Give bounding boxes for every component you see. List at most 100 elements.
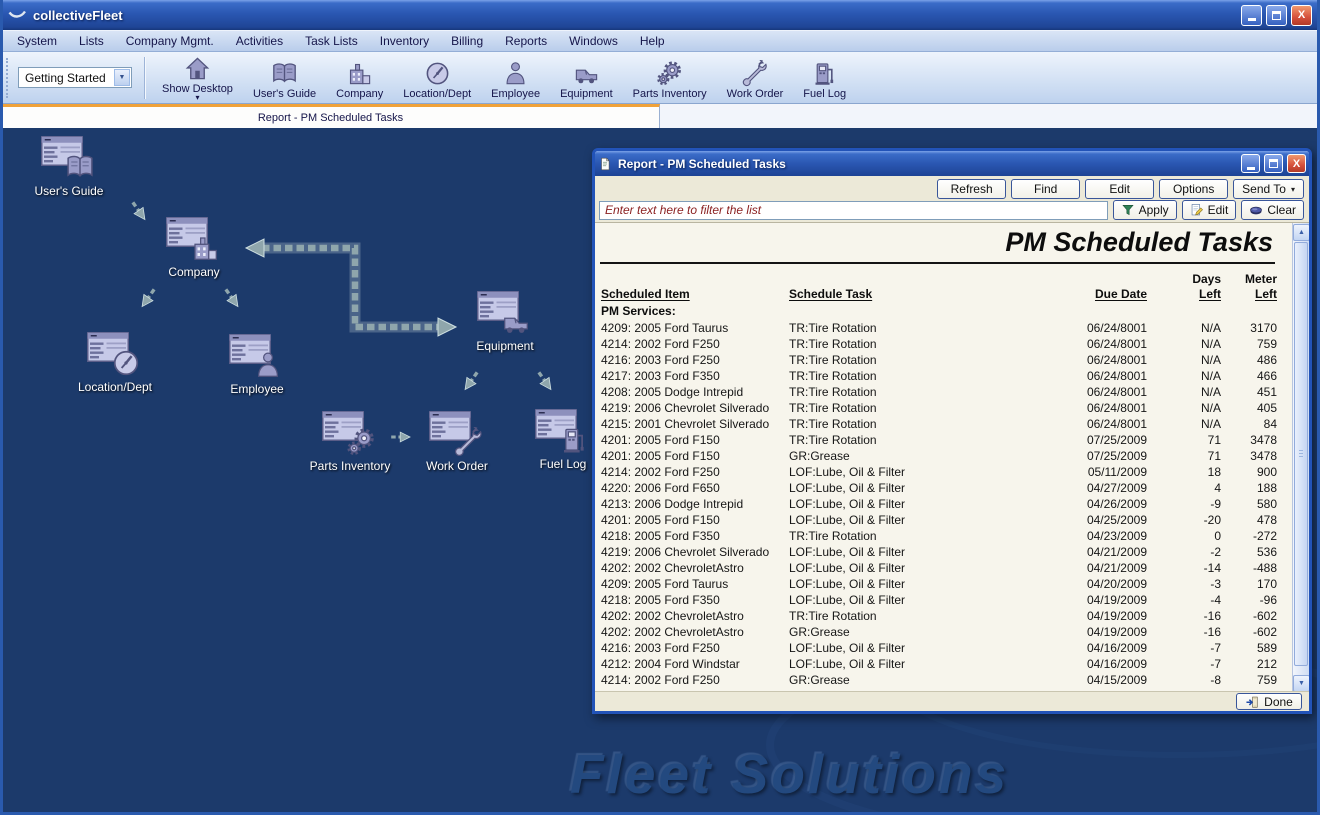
table-row[interactable]: 4209: 2005 Ford TaurusTR:Tire Rotation06…	[595, 320, 1309, 336]
table-row[interactable]: 4219: 2006 Chevrolet SilveradoTR:Tire Ro…	[595, 400, 1309, 416]
document-icon	[598, 157, 612, 171]
person-icon	[253, 350, 283, 380]
table-row[interactable]: 4202: 2002 ChevroletAstroLOF:Lube, Oil &…	[595, 560, 1309, 576]
truck-icon	[501, 307, 531, 337]
table-row[interactable]: 4213: 2006 Dodge IntrepidLOF:Lube, Oil &…	[595, 496, 1309, 512]
scroll-down-icon[interactable]: ▼	[1293, 675, 1309, 692]
menu-item-activities[interactable]: Activities	[225, 31, 294, 51]
table-row[interactable]: 4217: 2003 Ford F350TR:Tire Rotation06/2…	[595, 368, 1309, 384]
desktop-icon-equipment[interactable]: Equipment	[450, 291, 560, 353]
filter-row: Apply Edit Clear	[595, 200, 1309, 222]
table-row[interactable]: 4212: 2004 Ford WindstarLOF:Lube, Oil & …	[595, 656, 1309, 672]
menu-item-system[interactable]: System	[6, 31, 68, 51]
scrollbar-thumb[interactable]	[1294, 242, 1308, 666]
report-button-options[interactable]: Options	[1159, 179, 1228, 199]
desktop-icon-users-guide[interactable]: User's Guide	[14, 136, 124, 198]
table-row[interactable]: 4202: 2002 ChevroletAstroGR:Grease04/19/…	[595, 624, 1309, 640]
menu-item-lists[interactable]: Lists	[68, 31, 115, 51]
table-row[interactable]: 4218: 2005 Ford F350LOF:Lube, Oil & Filt…	[595, 592, 1309, 608]
done-button[interactable]: Done	[1236, 693, 1302, 710]
report-button-send-to[interactable]: Send To▾	[1233, 179, 1304, 199]
toolbar-button-show-desktop[interactable]: Show Desktop▾	[153, 52, 242, 103]
minimize-icon[interactable]	[1241, 154, 1260, 173]
report-window-title: Report - PM Scheduled Tasks	[618, 157, 1237, 171]
table-row[interactable]: 4218: 2005 Ford F350TR:Tire Rotation04/2…	[595, 528, 1309, 544]
group-row-pm-services: PM Services:	[595, 304, 1309, 320]
title-rule	[600, 262, 1275, 264]
table-row[interactable]: 4214: 2002 Ford F250GR:Grease04/15/2009-…	[595, 672, 1309, 688]
apply-filter-button[interactable]: Apply	[1113, 200, 1177, 220]
vertical-scrollbar[interactable]: ▲ ▼	[1292, 223, 1309, 693]
col-scheduled-item-header[interactable]: Scheduled Item	[601, 287, 789, 304]
col-schedule-task-header[interactable]: Schedule Task	[789, 287, 1029, 304]
table-row[interactable]: 4214: 2002 Ford F250LOF:Lube, Oil & Filt…	[595, 464, 1309, 480]
clear-filter-button[interactable]: Clear	[1241, 200, 1304, 220]
desktop-icon-location-dept[interactable]: Location/Dept	[60, 332, 170, 394]
menu-item-company-mgmt[interactable]: Company Mgmt.	[115, 31, 225, 51]
report-title: PM Scheduled Tasks	[595, 223, 1309, 260]
menu-bar: SystemListsCompany Mgmt.ActivitiesTask L…	[0, 30, 1320, 52]
toolbar-button-parts-inventory[interactable]: Parts Inventory	[624, 57, 716, 103]
main-toolbar: Getting Started ▼ Show Desktop▾User's Gu…	[0, 52, 1320, 104]
menu-item-reports[interactable]: Reports	[494, 31, 558, 51]
table-row[interactable]: 4216: 2003 Ford F250LOF:Lube, Oil & Filt…	[595, 640, 1309, 656]
toolbar-button-employee[interactable]: Employee	[482, 57, 549, 103]
menu-item-help[interactable]: Help	[629, 31, 676, 51]
filter-input[interactable]	[599, 201, 1108, 220]
table-row[interactable]: 4215: 2001 Chevrolet SilveradoTR:Tire Ro…	[595, 416, 1309, 432]
toolbar-separator	[144, 57, 145, 99]
table-row[interactable]: 4201: 2005 Ford F150TR:Tire Rotation07/2…	[595, 432, 1309, 448]
minimize-icon[interactable]	[1241, 5, 1262, 26]
toolbar-grip[interactable]	[6, 58, 11, 98]
col-due-date-header[interactable]: Due Date	[1029, 287, 1147, 304]
report-button-refresh[interactable]: Refresh	[937, 179, 1006, 199]
report-button-find[interactable]: Find	[1011, 179, 1080, 199]
chevron-down-icon[interactable]: ▼	[114, 69, 130, 86]
report-button-edit[interactable]: Edit	[1085, 179, 1154, 199]
desktop-icon-parts-inventory[interactable]: Parts Inventory	[295, 411, 405, 473]
menu-item-billing[interactable]: Billing	[440, 31, 494, 51]
scroll-up-icon[interactable]: ▲	[1293, 224, 1309, 241]
table-header-row: Scheduled Item Schedule Task Due Date Le…	[595, 287, 1309, 304]
getting-started-combobox[interactable]: Getting Started ▼	[18, 67, 132, 88]
toolbar-button-company[interactable]: Company	[327, 57, 392, 103]
menu-item-inventory[interactable]: Inventory	[369, 31, 440, 51]
toolbar-button-users-guide[interactable]: User's Guide	[244, 57, 325, 103]
arrow-equipment-to-fuellog-icon	[534, 369, 555, 393]
menu-item-task-lists[interactable]: Task Lists	[294, 31, 369, 51]
col-days-left-header[interactable]: Left	[1147, 287, 1221, 304]
table-row[interactable]: 4219: 2006 Chevrolet SilveradoLOF:Lube, …	[595, 544, 1309, 560]
menu-item-windows[interactable]: Windows	[558, 31, 629, 51]
report-window: Report - PM Scheduled Tasks X RefreshFin…	[592, 148, 1312, 714]
table-row[interactable]: 4201: 2005 Ford F150LOF:Lube, Oil & Filt…	[595, 512, 1309, 528]
book-icon	[65, 152, 95, 182]
building-icon	[190, 233, 220, 263]
table-row[interactable]: 4216: 2003 Ford F250TR:Tire Rotation06/2…	[595, 352, 1309, 368]
table-row[interactable]: 4220: 2006 Ford F650LOF:Lube, Oil & Filt…	[595, 480, 1309, 496]
gauge-icon	[424, 60, 451, 87]
table-row[interactable]: 4208: 2005 Dodge IntrepidTR:Tire Rotatio…	[595, 384, 1309, 400]
chevron-down-icon: ▾	[1291, 185, 1295, 194]
report-titlebar[interactable]: Report - PM Scheduled Tasks X	[595, 151, 1309, 176]
desktop-icon-label: Location/Dept	[78, 380, 152, 394]
table-row[interactable]: 4209: 2005 Ford TaurusLOF:Lube, Oil & Fi…	[595, 576, 1309, 592]
maximize-icon[interactable]	[1264, 154, 1283, 173]
tab-report-pm-scheduled-tasks[interactable]: Report - PM Scheduled Tasks	[2, 104, 660, 128]
table-row[interactable]: 4202: 2002 ChevroletAstroTR:Tire Rotatio…	[595, 608, 1309, 624]
maximize-icon[interactable]	[1266, 5, 1287, 26]
toolbar-button-fuel-log[interactable]: Fuel Log	[794, 57, 855, 103]
close-icon[interactable]: X	[1287, 154, 1306, 173]
toolbar-button-work-order[interactable]: Work Order	[718, 57, 793, 103]
fuel-pump-icon	[559, 425, 589, 455]
table-row[interactable]: 4201: 2005 Ford F150GR:Grease07/25/20097…	[595, 448, 1309, 464]
col-meter-left-header[interactable]: Left	[1221, 287, 1277, 304]
desktop-icon-company[interactable]: Company	[139, 217, 249, 279]
table-row[interactable]: 4214: 2002 Ford F250TR:Tire Rotation06/2…	[595, 336, 1309, 352]
desktop-icon-employee[interactable]: Employee	[202, 334, 312, 396]
toolbar-button-equipment[interactable]: Equipment	[551, 57, 622, 103]
desktop-icon-work-order[interactable]: Work Order	[402, 411, 512, 473]
edit-filter-button[interactable]: Edit	[1182, 200, 1237, 220]
toolbar-button-location-dept[interactable]: Location/Dept	[394, 57, 480, 103]
close-icon[interactable]: X	[1291, 5, 1312, 26]
building-icon	[346, 60, 373, 87]
